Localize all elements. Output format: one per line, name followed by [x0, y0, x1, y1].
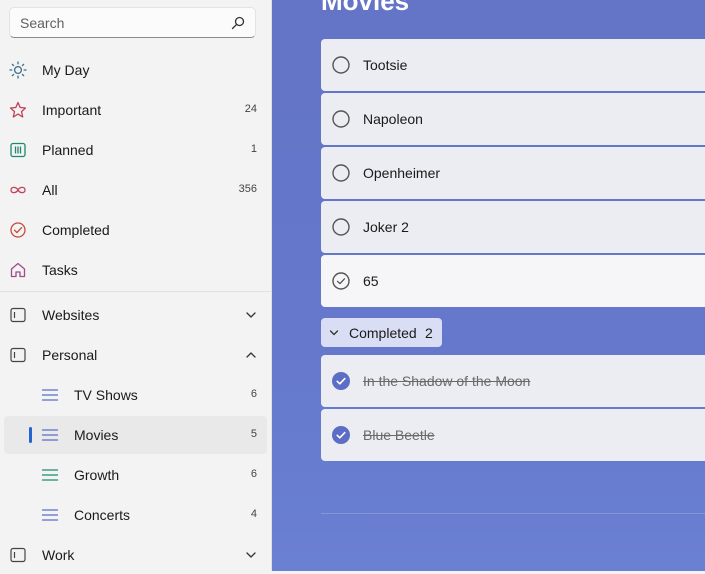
- infinity-icon: [10, 186, 26, 194]
- search-box[interactable]: [9, 7, 256, 38]
- task-title: Tootsie: [363, 57, 408, 73]
- chevron-down-icon[interactable]: [245, 309, 257, 321]
- task-title: Blue Beetle: [363, 427, 435, 443]
- sidebar-item-all[interactable]: All 356: [4, 171, 267, 209]
- star-icon: [9, 101, 27, 118]
- add-task-divider: [321, 513, 705, 514]
- task-title: Napoleon: [363, 111, 423, 127]
- task-item[interactable]: Tootsie: [321, 39, 705, 91]
- completed-section-toggle[interactable]: Completed 2: [321, 318, 442, 347]
- list-icon: [41, 429, 59, 441]
- item-count: 1: [250, 143, 257, 155]
- sidebar-item-concerts[interactable]: Concerts 4: [4, 496, 267, 534]
- sidebar-item-growth[interactable]: Growth 6: [4, 456, 267, 494]
- sidebar-item-label: Planned: [42, 142, 94, 158]
- sidebar-item-label: Movies: [74, 427, 119, 443]
- group-label: Work: [42, 547, 75, 563]
- hover-check-circle-icon[interactable]: [332, 272, 350, 290]
- selection-indicator: [29, 427, 32, 443]
- group-icon: [10, 307, 26, 323]
- sidebar-item-movies[interactable]: Movies 5: [4, 416, 267, 454]
- task-title: Joker 2: [363, 219, 409, 235]
- item-count: 356: [238, 183, 257, 195]
- check-circle-icon: [10, 222, 26, 238]
- empty-circle-icon[interactable]: [332, 56, 350, 74]
- chevron-down-icon: [329, 330, 339, 336]
- checked-circle-icon[interactable]: [332, 426, 350, 444]
- chevron-down-icon[interactable]: [245, 549, 257, 561]
- sidebar-item-tv-shows[interactable]: TV Shows 6: [4, 376, 267, 414]
- list-icon: [41, 509, 59, 521]
- task-title: 65: [363, 273, 379, 289]
- list-icon: [41, 389, 59, 401]
- item-count: 5: [250, 428, 257, 440]
- sidebar-item-label: Important: [42, 102, 102, 118]
- group-icon: [10, 347, 26, 363]
- sidebar-group-work[interactable]: Work: [4, 536, 267, 574]
- task-item[interactable]: Joker 2: [321, 201, 705, 253]
- empty-circle-icon[interactable]: [332, 218, 350, 236]
- item-count: 24: [244, 103, 257, 115]
- sun-icon: [9, 61, 27, 79]
- sidebar-item-label: Growth: [74, 467, 120, 483]
- item-count: 6: [250, 468, 257, 480]
- chevron-up-icon[interactable]: [245, 349, 257, 361]
- sidebar-item-important[interactable]: Important 24: [4, 91, 267, 129]
- sidebar-item-label: TV Shows: [74, 387, 138, 403]
- list-title: Movies: [321, 0, 410, 16]
- sidebar-item-tasks[interactable]: Tasks: [4, 251, 267, 289]
- group-label: Websites: [42, 307, 100, 323]
- sidebar-item-label: Tasks: [42, 262, 78, 278]
- completed-task-item[interactable]: In the Shadow of the Moon: [321, 355, 705, 407]
- group-label: Personal: [42, 347, 98, 363]
- sidebar-item-my-day[interactable]: My Day: [4, 51, 267, 89]
- sidebar-item-label: Concerts: [74, 507, 131, 523]
- search-input[interactable]: [10, 8, 230, 37]
- sidebar-item-label: Completed: [42, 222, 110, 238]
- sidebar-item-planned[interactable]: Planned 1: [4, 131, 267, 169]
- empty-circle-icon[interactable]: [332, 110, 350, 128]
- checked-circle-icon[interactable]: [332, 372, 350, 390]
- search-icon[interactable]: [231, 16, 245, 30]
- completed-section-label: Completed: [349, 325, 417, 341]
- task-item[interactable]: Napoleon: [321, 93, 705, 145]
- sidebar-group-websites[interactable]: Websites: [4, 296, 267, 334]
- sidebar-item-completed[interactable]: Completed: [4, 211, 267, 249]
- task-list-pane: Movies Tootsie Napoleon Openheimer Joker…: [272, 0, 705, 571]
- sidebar-item-label: My Day: [42, 62, 90, 78]
- sidebar-group-personal[interactable]: Personal: [4, 336, 267, 374]
- list-icon: [41, 469, 59, 481]
- completed-task-item[interactable]: Blue Beetle: [321, 409, 705, 461]
- sidebar-item-label: All: [42, 182, 58, 198]
- home-icon: [10, 262, 26, 278]
- empty-circle-icon[interactable]: [332, 164, 350, 182]
- sidebar-divider: [0, 291, 272, 292]
- group-icon: [10, 547, 26, 563]
- task-item[interactable]: Openheimer: [321, 147, 705, 199]
- task-item[interactable]: 65: [321, 255, 705, 307]
- task-title: In the Shadow of the Moon: [363, 373, 531, 389]
- task-title: Openheimer: [363, 165, 441, 181]
- calendar-icon: [10, 142, 26, 158]
- item-count: 6: [250, 388, 257, 400]
- completed-section-count: 2: [425, 325, 433, 341]
- sidebar: My Day Important 24 Planned 1 All 356: [0, 0, 272, 571]
- item-count: 4: [250, 508, 257, 520]
